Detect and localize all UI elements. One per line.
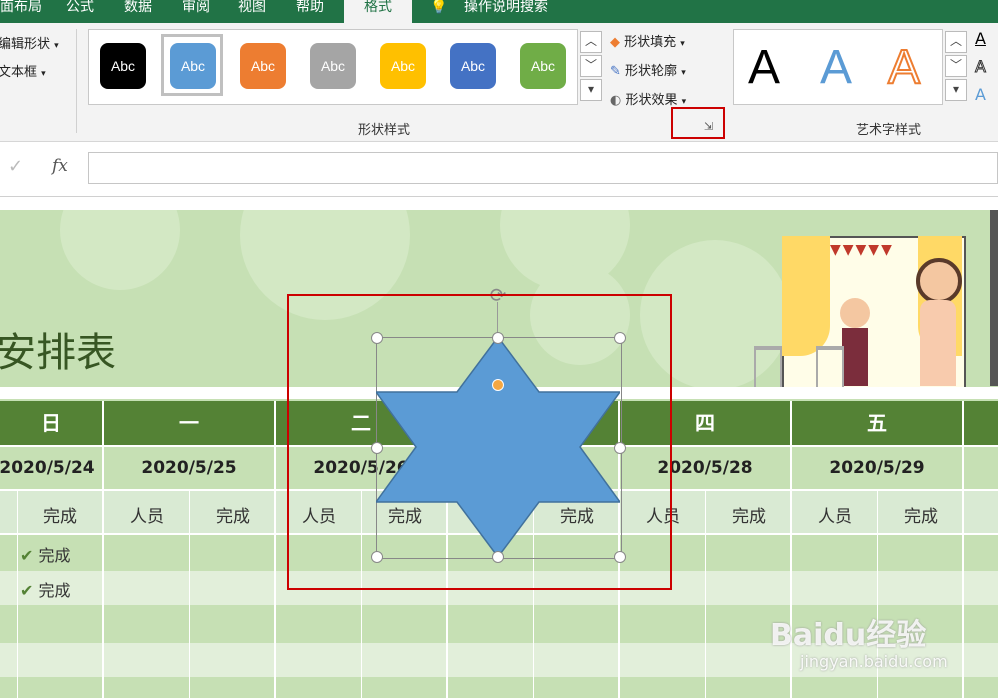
cafe-illustration: ▼▼▼▼▼: [750, 236, 990, 390]
date-cell: 2020/5/29: [792, 447, 962, 489]
grid-line: [705, 491, 706, 698]
chevron-down-icon: ▾: [680, 39, 685, 49]
curtain-left: [782, 236, 830, 356]
tell-me-search[interactable]: 操作说明搜索: [464, 0, 548, 20]
chevron-down-icon: ▾: [681, 97, 687, 107]
wordart-blue[interactable]: A: [820, 40, 852, 95]
text-fill-icon[interactable]: A: [975, 29, 986, 48]
decor-circle: [60, 210, 180, 290]
day-header-sat: [964, 401, 998, 445]
group-divider: [76, 29, 77, 133]
gallery-more-icon[interactable]: ▾: [580, 79, 602, 101]
chair-icon: [816, 346, 844, 390]
watermark-logo: Baidu经验: [770, 618, 927, 653]
date-cell: 2020/5/25: [104, 447, 274, 489]
gallery-down-icon[interactable]: ﹀: [580, 55, 602, 77]
tab-format[interactable]: 格式: [344, 0, 412, 23]
date-cell: 2020/5/24: [0, 447, 102, 489]
formula-input[interactable]: [88, 152, 998, 184]
wordart-up-icon[interactable]: ︿: [945, 31, 967, 53]
checkmark-icon: ✔: [20, 546, 34, 565]
gallery-up-icon[interactable]: ︿: [580, 31, 602, 53]
lightbulb-icon: 💡: [430, 0, 448, 15]
waiter-body: [842, 328, 868, 386]
pencil-icon: ✎: [610, 64, 621, 79]
tab-data[interactable]: 数据: [124, 0, 152, 20]
watermark-url: jingyan.baidu.com: [800, 652, 948, 671]
chevron-down-icon: ▾: [41, 69, 46, 79]
bunting-icon: ▼▼▼▼▼: [830, 242, 894, 258]
tab-formulas[interactable]: 公式: [66, 0, 94, 20]
done-cell: ✔ 完成: [20, 546, 71, 565]
shape-outline-button[interactable]: ✎ 形状轮廓 ▾: [610, 60, 686, 79]
tab-review[interactable]: 审阅: [182, 0, 210, 20]
wordart-orange-outline[interactable]: A: [887, 40, 921, 95]
highlight-box-launcher: [671, 107, 725, 139]
checkmark-icon: ✔: [20, 581, 34, 600]
text-effects-icon[interactable]: A: [975, 85, 986, 104]
wordart-more-icon[interactable]: ▾: [945, 79, 967, 101]
sheet-title: 安排表: [0, 330, 116, 376]
wordart-group-label: 艺术字样式: [856, 123, 922, 138]
wordart-gallery: A A A: [733, 29, 943, 105]
illustration-edge: [990, 210, 998, 386]
done-cell: ✔ 完成: [20, 581, 71, 600]
highlight-box-star: [287, 294, 672, 590]
col-person: 人员: [130, 507, 164, 527]
wordart-down-icon[interactable]: ﹀: [945, 55, 967, 77]
day-header-fri: 五: [792, 401, 962, 445]
insert-function-icon[interactable]: fx: [52, 156, 68, 176]
edit-shape-button[interactable]: 编辑形状 ▾: [0, 33, 59, 52]
shape-style-dark-blue[interactable]: Abc: [450, 43, 496, 89]
shape-style-black[interactable]: Abc: [100, 43, 146, 89]
shape-style-blue[interactable]: Abc: [170, 43, 216, 89]
col-done: 完成: [216, 507, 250, 527]
tab-help[interactable]: 帮助: [296, 0, 324, 20]
chair-icon: [754, 346, 782, 390]
shape-style-gallery: Abc Abc Abc Abc Abc Abc Abc: [88, 29, 578, 105]
shape-styles-group-label: 形状样式: [358, 123, 411, 138]
ribbon-tab-bar: 面布局 公式 数据 审阅 视图 帮助 格式 💡 操作说明搜索: [0, 0, 998, 23]
effects-icon: ◐: [610, 93, 622, 108]
col-person: 人员: [818, 507, 852, 527]
chevron-down-icon: ▾: [54, 41, 59, 51]
wordart-black[interactable]: A: [748, 40, 780, 95]
day-header-sun: 日: [0, 401, 102, 445]
col-done: 完成: [43, 507, 77, 527]
grid-line: [17, 491, 18, 698]
table-row: [0, 679, 998, 698]
shape-fill-button[interactable]: ◆ 形状填充 ▾: [610, 31, 685, 50]
grid-line: [189, 491, 190, 698]
waiter-head: [840, 298, 870, 328]
chevron-down-icon: ▾: [681, 68, 686, 78]
paint-bucket-icon: ◆: [610, 35, 620, 50]
woman-body: [920, 300, 956, 386]
confirm-check-icon[interactable]: ✓: [8, 156, 23, 177]
tab-view[interactable]: 视图: [238, 0, 266, 20]
tab-page-layout[interactable]: 面布局: [0, 0, 42, 20]
shape-style-gold[interactable]: Abc: [380, 43, 426, 89]
ribbon-body: 编辑形状 ▾ 文本框 ▾ Abc Abc Abc Abc Abc Abc Abc…: [0, 23, 998, 142]
text-outline-icon[interactable]: A: [975, 57, 987, 77]
shape-style-gray[interactable]: Abc: [310, 43, 356, 89]
shape-effects-button[interactable]: ◐ 形状效果 ▾: [610, 89, 686, 108]
shape-style-green[interactable]: Abc: [520, 43, 566, 89]
col-done: 完成: [732, 507, 766, 527]
text-box-button[interactable]: 文本框 ▾: [0, 61, 46, 80]
shape-style-orange[interactable]: Abc: [240, 43, 286, 89]
woman-head: [916, 258, 962, 304]
day-header-mon: 一: [104, 401, 274, 445]
col-done: 完成: [904, 507, 938, 527]
